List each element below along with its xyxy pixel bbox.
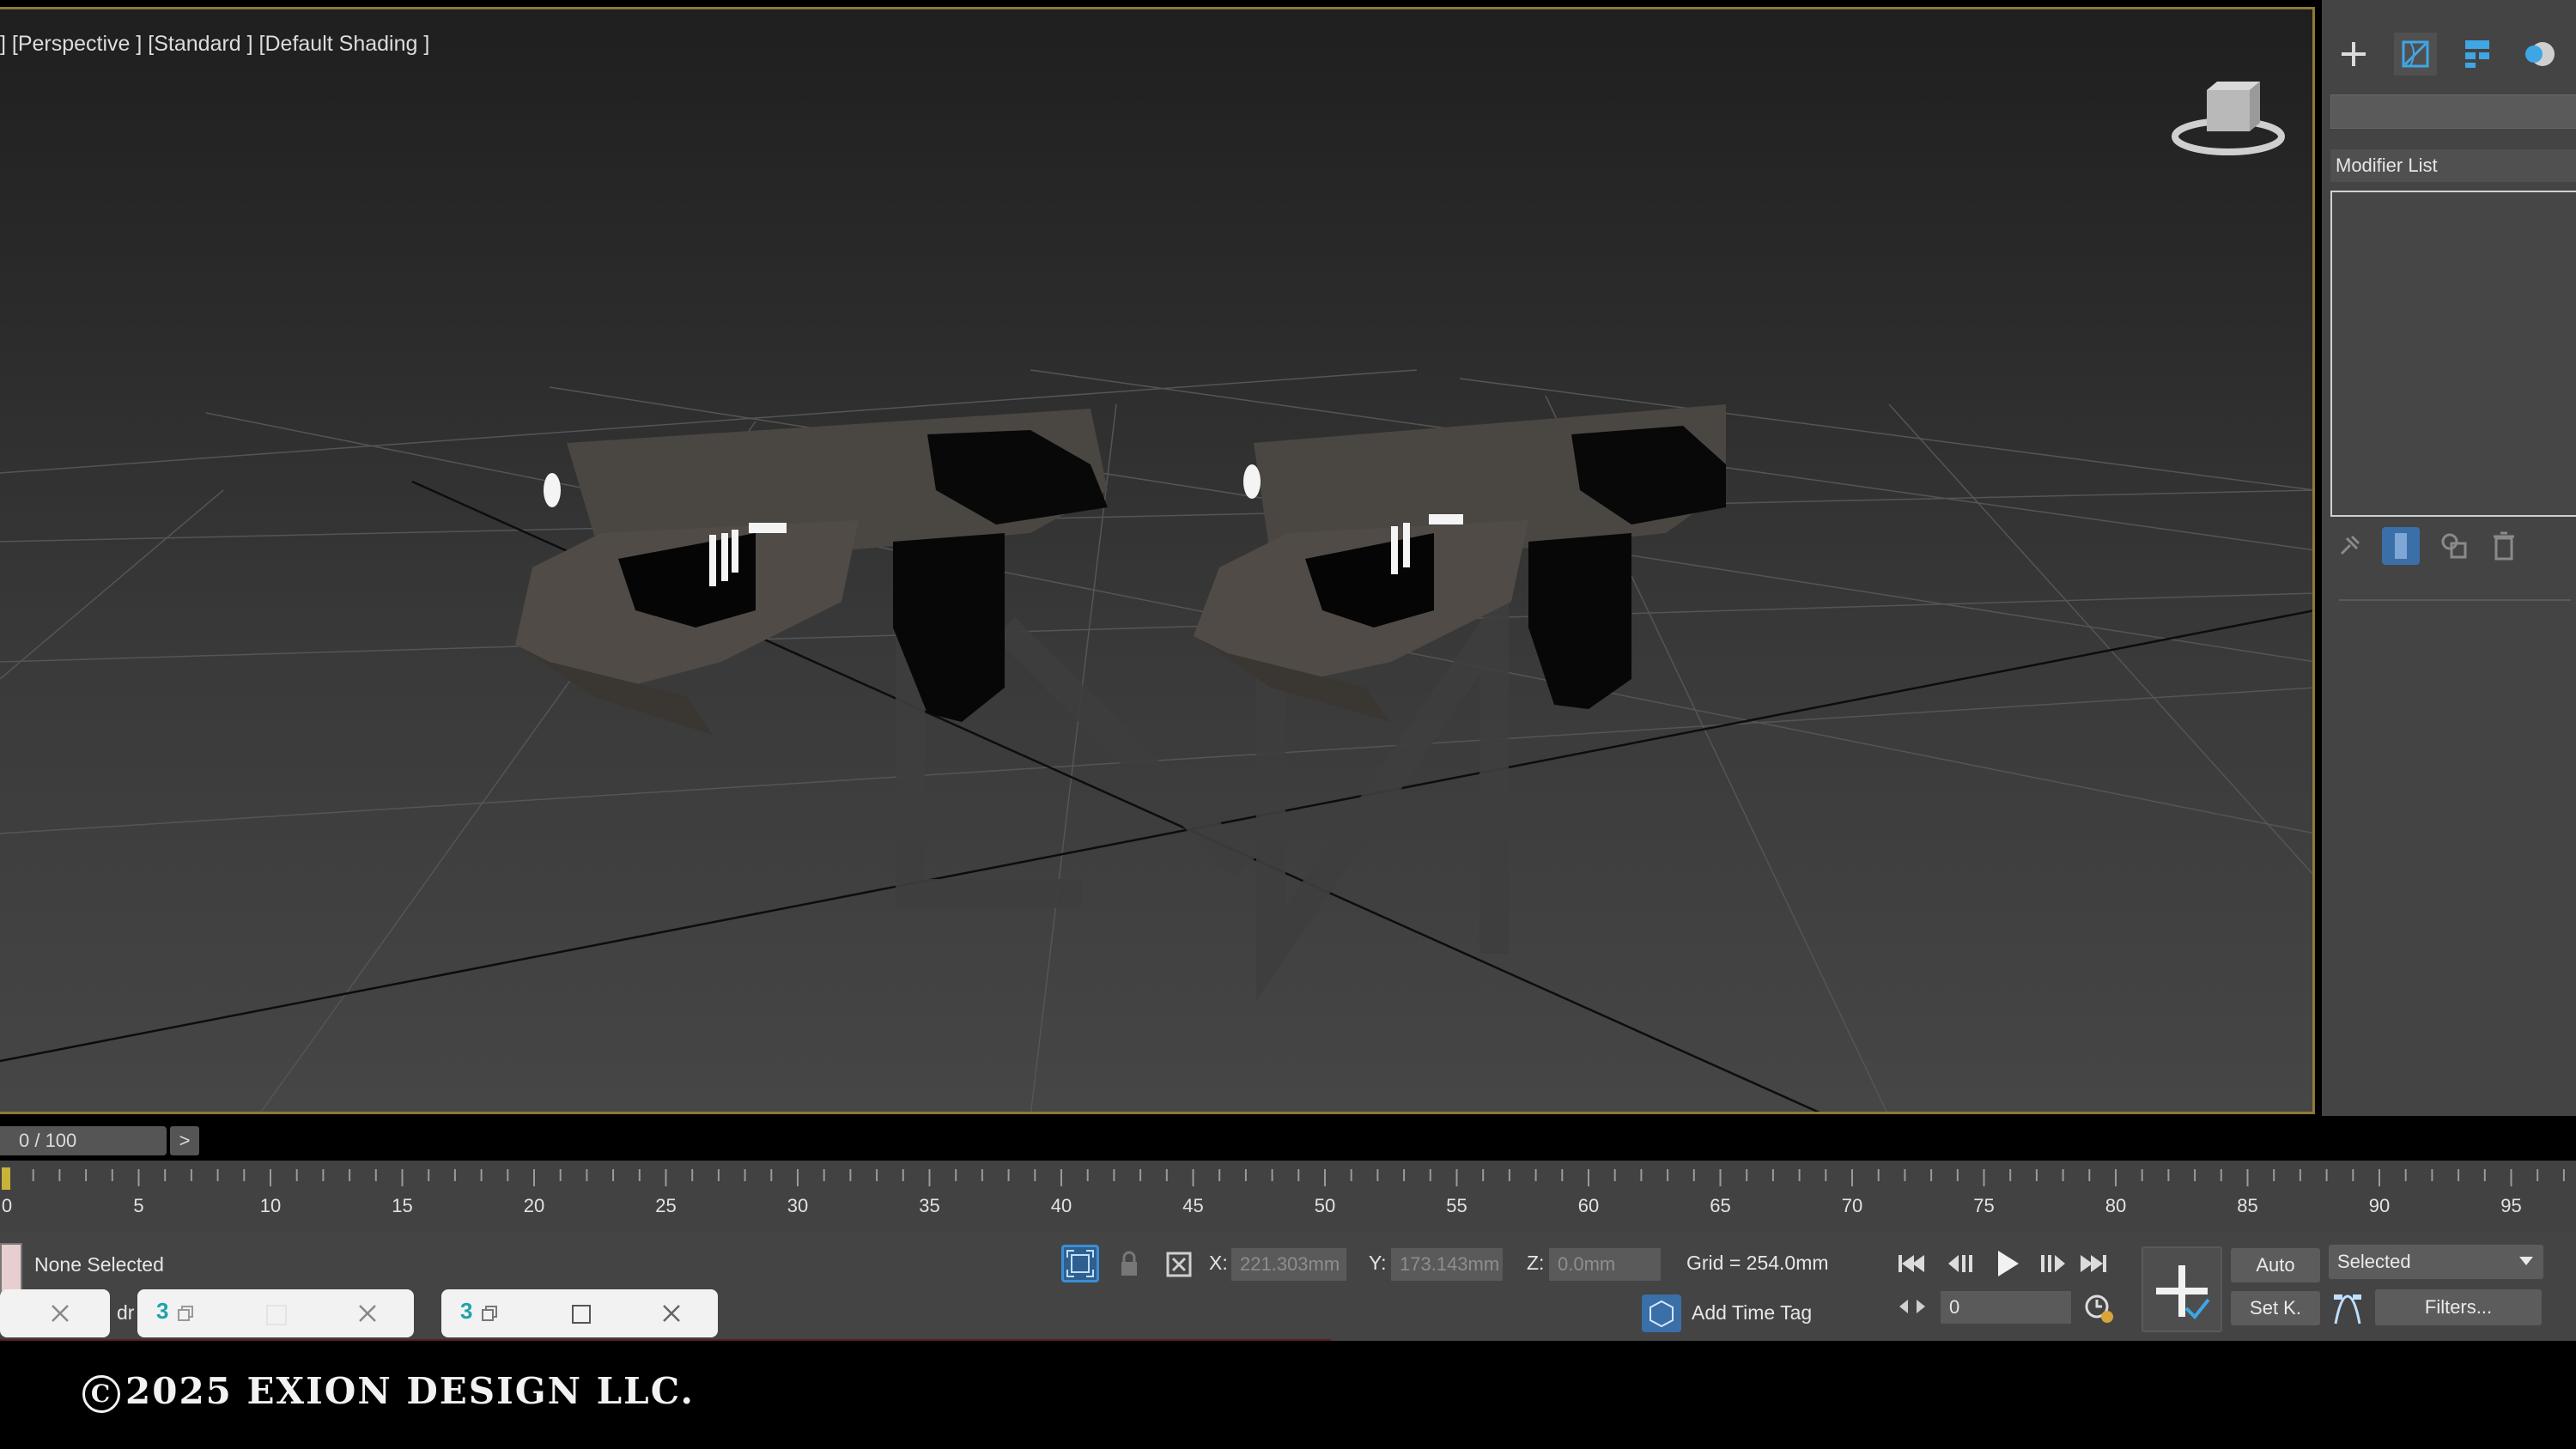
ruler-tick-label: 65 <box>1710 1195 1730 1216</box>
ruler-tick-label: 95 <box>2500 1195 2521 1216</box>
status-partial-text: dr <box>117 1301 135 1324</box>
filters-button[interactable]: Filters... <box>2375 1289 2542 1325</box>
pistol-model-left <box>515 409 1108 735</box>
object-name-field[interactable] <box>2330 94 2576 129</box>
ruler-tick-label: 45 <box>1182 1195 1203 1216</box>
next-frame-icon[interactable] <box>2037 1246 2071 1281</box>
taskbar-window-2[interactable]: 3 <box>137 1289 414 1337</box>
previous-frame-icon[interactable] <box>1942 1246 1977 1281</box>
taskbar-window-1[interactable] <box>0 1289 110 1337</box>
ruler-tick-label: 40 <box>1051 1195 1072 1216</box>
hierarchy-icon[interactable] <box>2456 33 2499 76</box>
grid-size-text: Grid = 254.0mm <box>1686 1252 1829 1274</box>
absolute-mode-icon[interactable] <box>1164 1250 1194 1279</box>
3dsmax-app-icon: 3 <box>460 1298 473 1324</box>
close-icon[interactable] <box>661 1303 682 1324</box>
go-to-end-icon[interactable] <box>2076 1246 2111 1281</box>
perspective-viewport[interactable]: ] [Perspective ] [Standard ] [Default Sh… <box>0 7 2315 1114</box>
y-coordinate-field[interactable]: 173.143mm <box>1391 1248 1503 1281</box>
modifier-list-dropdown[interactable]: Modifier List <box>2330 149 2576 182</box>
time-slider[interactable]: 0 / 100 <box>0 1126 167 1155</box>
auto-key-button[interactable]: Auto <box>2231 1248 2320 1282</box>
viewcube-icon[interactable] <box>2164 70 2293 164</box>
pin-stack-icon[interactable] <box>2330 527 2368 565</box>
maximize-icon[interactable] <box>266 1305 287 1325</box>
next-frame-button[interactable]: > <box>170 1126 199 1155</box>
modifier-stack[interactable] <box>2330 191 2576 517</box>
ruler-tick-label: 10 <box>260 1195 281 1216</box>
y-label: Y: <box>1369 1252 1387 1274</box>
ruler-tick-label: 30 <box>787 1195 808 1216</box>
copyright-text: C 2025 EXION DESIGN LLC. <box>82 1370 695 1413</box>
ruler-tick-label: 20 <box>524 1195 544 1216</box>
restore-icon <box>482 1306 497 1321</box>
time-slider-handle[interactable] <box>2 1167 10 1190</box>
lock-icon[interactable] <box>1116 1250 1142 1279</box>
ruler-tick-label: 85 <box>2237 1195 2257 1216</box>
trackbar-ruler: 0 5 10 15 20 25 30 35 40 45 50 55 60 65 70 75 80 85 90 95 <box>2 1167 2565 1216</box>
key-filter-dropdown[interactable]: Selected <box>2329 1245 2543 1279</box>
panel-divider <box>2339 599 2571 601</box>
time-tag-icon[interactable] <box>1642 1294 1681 1332</box>
chevron-down-icon <box>2519 1257 2533 1265</box>
close-icon[interactable] <box>50 1303 70 1324</box>
ruler-tick-label: 70 <box>1842 1195 1862 1216</box>
maxscript-listener-swatch[interactable] <box>0 1243 22 1293</box>
make-unique-icon[interactable] <box>2435 527 2473 565</box>
ruler-tick-label: 25 <box>655 1195 676 1216</box>
ruler-tick-label: 90 <box>2369 1195 2390 1216</box>
ruler-tick-label: 55 <box>1446 1195 1467 1216</box>
key-mode-icon[interactable] <box>1898 1296 1927 1317</box>
grid-lines <box>0 369 2312 1112</box>
3dsmax-app-icon: 3 <box>156 1298 169 1324</box>
add-time-tag-button[interactable]: Add Time Tag <box>1692 1301 1812 1325</box>
create-icon[interactable] <box>2332 33 2375 76</box>
ruler-tick-label: 50 <box>1315 1195 1335 1216</box>
command-panel: Modifier List <box>2322 0 2576 1116</box>
play-icon[interactable] <box>1990 1246 2025 1281</box>
show-end-result-icon[interactable] <box>2382 527 2420 565</box>
motion-icon[interactable] <box>2518 33 2561 76</box>
z-coordinate-field[interactable]: 0.0mm <box>1549 1248 1661 1281</box>
go-to-start-icon[interactable] <box>1894 1246 1929 1281</box>
ruler-tick-label: 0 <box>2 1195 12 1216</box>
x-label: X: <box>1209 1252 1228 1274</box>
close-icon[interactable] <box>357 1303 378 1324</box>
ruler-tick-label: 60 <box>1578 1195 1599 1216</box>
ruler-tick-label: 5 <box>133 1195 143 1216</box>
key-tangent-icon[interactable] <box>2330 1289 2365 1327</box>
selection-status-text: None Selected <box>34 1253 164 1276</box>
current-frame-field[interactable]: 0 <box>1941 1291 2071 1324</box>
remove-modifier-icon[interactable] <box>2485 527 2523 565</box>
selected-dropdown-value: Selected <box>2337 1251 2411 1272</box>
x-coordinate-field[interactable]: 221.303mm <box>1231 1248 1346 1281</box>
taskbar-window-3[interactable]: 3 <box>441 1289 718 1337</box>
trackbar[interactable]: 0 5 10 15 20 25 30 35 40 45 50 55 60 65 70 75 80 85 90 95 <box>0 1161 2576 1233</box>
viewport-scene <box>0 369 2312 1112</box>
ruler-tick-label: 35 <box>919 1195 939 1216</box>
set-key-button[interactable]: Set K. <box>2231 1291 2320 1325</box>
restore-icon <box>178 1306 193 1321</box>
ruler-tick-label: 80 <box>2105 1195 2126 1216</box>
viewport-label[interactable]: ] [Perspective ] [Standard ] [Default Sh… <box>0 32 429 57</box>
modify-icon[interactable] <box>2394 33 2437 76</box>
maximize-icon[interactable] <box>572 1305 591 1324</box>
ruler-tick-label: 15 <box>392 1195 412 1216</box>
ruler-tick-label: 75 <box>1973 1195 1994 1216</box>
copyright-symbol-icon: C <box>82 1375 120 1413</box>
time-configuration-icon[interactable] <box>2081 1291 2116 1325</box>
copyright-label: 2025 EXION DESIGN LLC. <box>125 1370 696 1412</box>
set-key-icon[interactable] <box>2142 1246 2222 1332</box>
isolate-selection-icon[interactable] <box>1061 1245 1099 1282</box>
z-label: Z: <box>1527 1252 1545 1274</box>
